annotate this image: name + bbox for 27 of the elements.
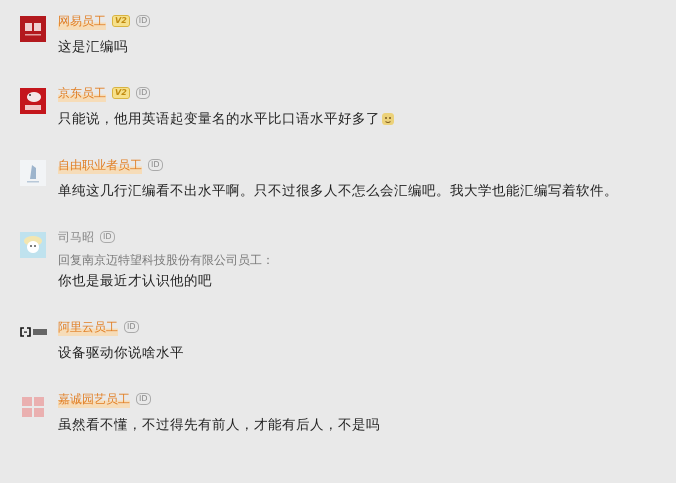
user-name[interactable]: 阿里云员工 <box>58 318 118 336</box>
comment-text: 单纯这几行汇编看不出水平啊。只不过很多人不怎么会汇编吧。我大学也能汇编写着软件。 <box>58 182 618 200</box>
avatar-icon <box>20 88 46 114</box>
comment-text: 这是汇编吗 <box>58 38 128 56</box>
avatar-icon <box>20 394 46 420</box>
comment-text: 设备驱动你说啥水平 <box>58 344 184 362</box>
id-badge: ID <box>136 15 150 27</box>
comment-text: 你也是最近才认识他的吧 <box>58 272 212 290</box>
user-name[interactable]: 自由职业者员工 <box>58 156 142 174</box>
user-name[interactable]: 网易员工 <box>58 12 106 30</box>
comment-text: 只能说，他用英语起变量名的水平比口语水平好多了 <box>58 110 380 128</box>
id-badge: ID <box>100 231 115 243</box>
user-name[interactable]: 京东员工 <box>58 84 106 102</box>
user-name[interactable]: 司马昭 <box>58 228 94 246</box>
user-name[interactable]: 嘉诚园艺员工 <box>58 390 130 408</box>
id-badge: ID <box>136 87 150 99</box>
id-badge: ID <box>136 393 151 405</box>
level-badge: V2 <box>112 87 130 99</box>
id-badge: ID <box>124 321 139 333</box>
avatar-icon <box>20 16 46 42</box>
reply-target: 回复南京迈特望科技股份有限公司员工： <box>58 252 274 269</box>
level-badge: V2 <box>112 15 130 27</box>
avatar-icon <box>20 232 46 258</box>
avatar-icon <box>20 327 48 337</box>
avatar-icon <box>20 160 46 186</box>
id-badge: ID <box>148 159 163 171</box>
comment-text: 虽然看不懂，不过得先有前人，才能有后人，不是吗 <box>58 416 380 434</box>
